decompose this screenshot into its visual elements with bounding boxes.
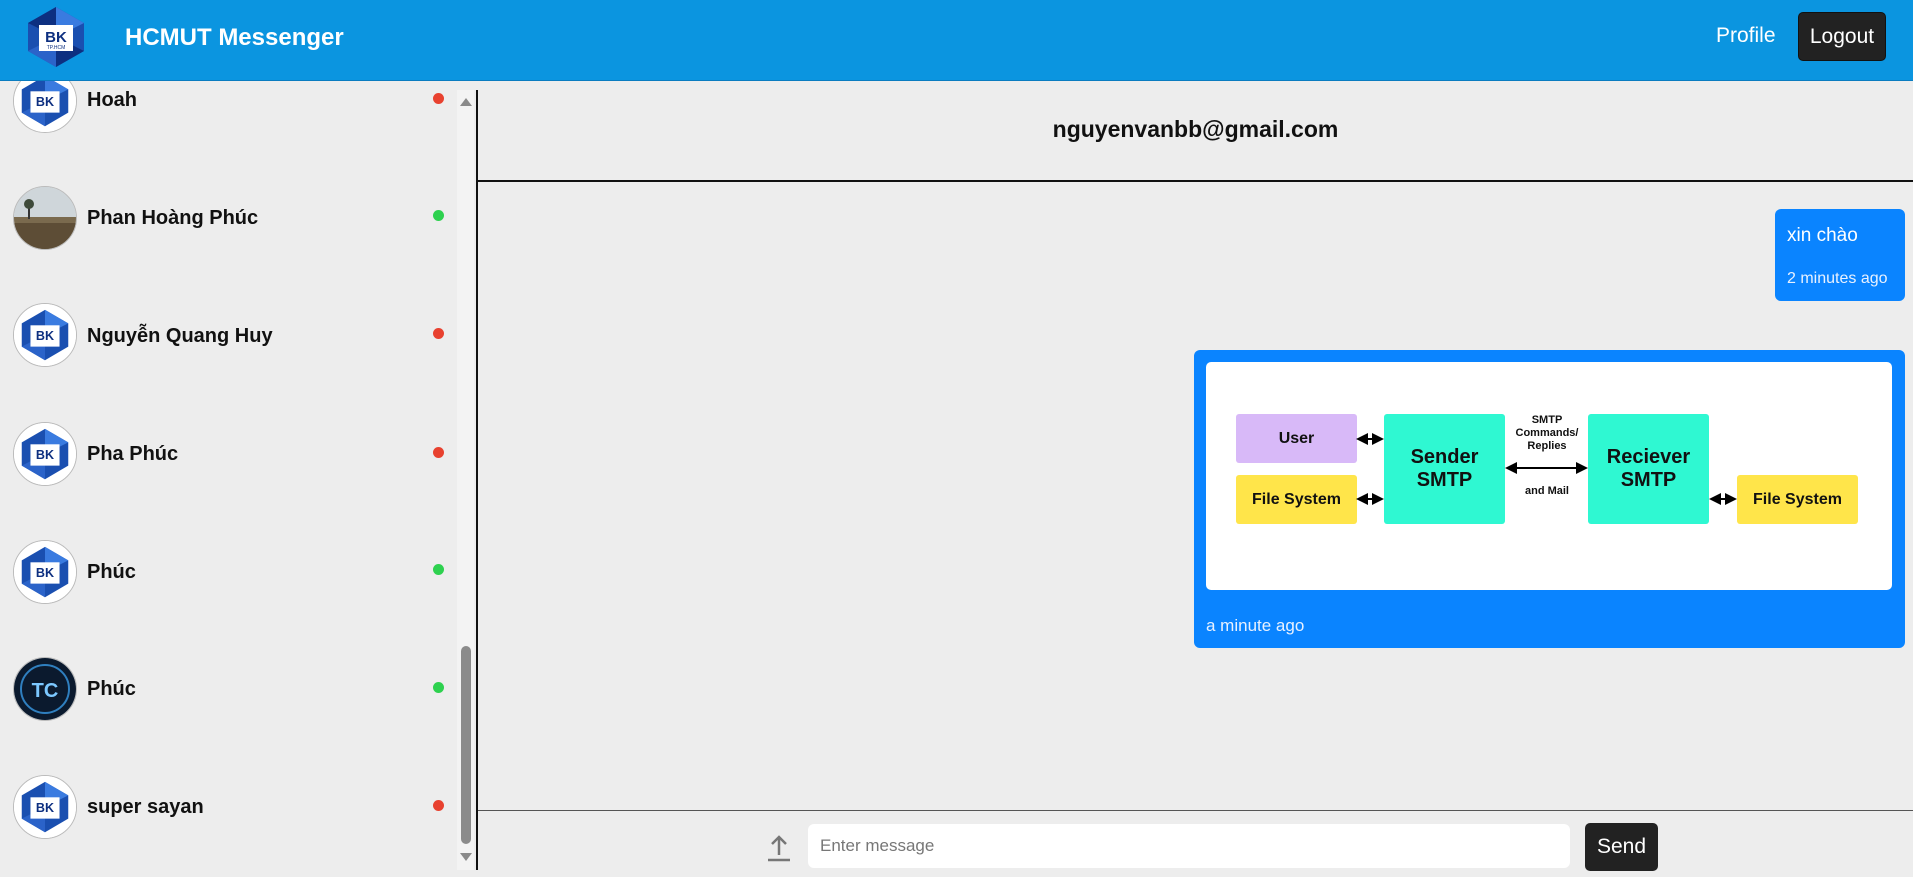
contact-name: Phan Hoàng Phúc	[87, 207, 259, 229]
logout-button[interactable]: Logout	[1798, 12, 1886, 61]
avatar-bk-logo-icon: BK	[13, 422, 77, 486]
avatar-bk-logo-icon: BK	[13, 303, 77, 367]
contact-item[interactable]: BK super sayan	[0, 748, 456, 866]
message-input[interactable]	[808, 824, 1570, 868]
offline-status-dot	[433, 93, 444, 104]
offline-status-dot	[433, 447, 444, 458]
offline-status-dot	[433, 328, 444, 339]
message-time: a minute ago	[1206, 616, 1305, 635]
contact-name: Phúc	[87, 561, 136, 583]
contact-name: Nguyễn Quang Huy	[87, 325, 273, 347]
upload-icon[interactable]	[765, 833, 793, 863]
offline-status-dot	[433, 800, 444, 811]
scroll-up-arrow-icon[interactable]	[460, 98, 472, 106]
svg-text:TP.HCM: TP.HCM	[47, 45, 66, 51]
contact-item[interactable]: TC Phúc	[0, 630, 456, 748]
contact-name: super sayan	[87, 796, 204, 818]
send-button[interactable]: Send	[1585, 823, 1658, 871]
online-status-dot	[433, 210, 444, 221]
svg-text:BK: BK	[36, 566, 54, 580]
svg-text:BK: BK	[36, 95, 54, 109]
app-header: BK TP.HCM HCMUT Messenger Profile Logout	[0, 0, 1913, 81]
avatar-photo-icon	[13, 186, 77, 250]
contact-item[interactable]: BK Hoah	[0, 81, 456, 159]
app-title: HCMUT Messenger	[125, 24, 344, 51]
message-time: 2 minutes ago	[1787, 270, 1888, 287]
contact-item[interactable]: BK Phúc	[0, 512, 456, 630]
svg-text:TC: TC	[32, 680, 59, 702]
svg-text:BK: BK	[36, 329, 54, 343]
diagram-arrows	[1356, 433, 1737, 505]
composer-divider	[478, 810, 1913, 811]
message-text: xin chào	[1787, 225, 1858, 246]
contact-item[interactable]: Phan Hoàng Phúc	[0, 158, 456, 276]
contact-name: Pha Phúc	[87, 443, 179, 465]
image-message-bubble: User File System Sender SMTP Reciever SM…	[1194, 350, 1905, 648]
online-status-dot	[433, 564, 444, 575]
contact-list-scrollbar[interactable]	[457, 90, 474, 870]
avatar-bk-logo-icon: BK	[13, 81, 77, 133]
smtp-diagram-image[interactable]: User File System Sender SMTP Reciever SM…	[1206, 362, 1892, 590]
chat-header-divider	[478, 180, 1913, 182]
scroll-down-arrow-icon[interactable]	[460, 853, 472, 861]
chat-recipient: nguyenvanbb@gmail.com	[1052, 116, 1339, 142]
online-status-dot	[433, 682, 444, 693]
avatar-bk-logo-icon: BK	[13, 775, 77, 839]
contact-list[interactable]: BK Hoah Phan Hoàng Phúc BK Nguyễn Quang …	[0, 81, 456, 877]
svg-text:BK: BK	[36, 448, 54, 462]
svg-text:BK: BK	[36, 801, 54, 815]
contact-name: Phúc	[87, 678, 136, 700]
svg-text:BK: BK	[45, 29, 67, 46]
avatar-bk-logo-icon: BK	[13, 540, 77, 604]
contact-item[interactable]: BK Nguyễn Quang Huy	[0, 276, 456, 394]
message-bubble: xin chào 2 minutes ago	[1775, 209, 1905, 301]
contact-item[interactable]: BK Pha Phúc	[0, 394, 456, 512]
sidebar-divider	[476, 90, 478, 870]
contact-name: Hoah	[87, 89, 137, 111]
avatar-tcp-photo-icon: TC	[13, 657, 77, 721]
bk-logo-icon[interactable]: BK TP.HCM	[24, 5, 88, 69]
scroll-thumb[interactable]	[461, 646, 471, 844]
profile-link[interactable]: Profile	[1716, 24, 1776, 48]
